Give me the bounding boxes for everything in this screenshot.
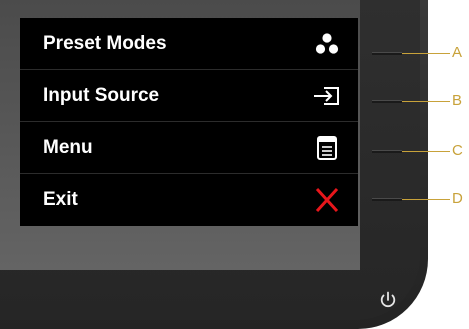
hardware-button-b[interactable]	[372, 100, 402, 103]
osd-item-label: Preset Modes	[43, 33, 167, 54]
osd-item-preset-modes[interactable]: Preset Modes	[20, 18, 358, 70]
hardware-button-a[interactable]	[372, 52, 402, 55]
menu-icon	[317, 136, 337, 160]
osd-item-label: Menu	[43, 137, 93, 158]
close-icon	[315, 187, 339, 213]
hardware-button-c[interactable]	[372, 150, 402, 153]
osd-menu: Preset Modes Input Source Menu Exit	[20, 18, 358, 226]
callout-line-d	[402, 199, 450, 200]
monitor-bezel: Preset Modes Input Source Menu Exit	[0, 0, 428, 329]
hardware-button-d[interactable]	[372, 198, 402, 201]
osd-item-menu[interactable]: Menu	[20, 122, 358, 174]
callout-label-c: C	[452, 142, 463, 159]
osd-item-label: Exit	[43, 189, 78, 210]
bezel-inner: Preset Modes Input Source Menu Exit	[0, 0, 420, 320]
callout-line-a	[402, 53, 450, 54]
osd-item-exit[interactable]: Exit	[20, 174, 358, 226]
power-icon[interactable]	[376, 288, 400, 312]
callout-label-a: A	[452, 44, 463, 61]
monitor-screen: Preset Modes Input Source Menu Exit	[0, 0, 360, 270]
input-source-icon	[314, 87, 339, 105]
callout-label-d: D	[452, 190, 463, 207]
callout-line-c	[402, 151, 450, 152]
osd-item-input-source[interactable]: Input Source	[20, 70, 358, 122]
callout-label-b: B	[452, 92, 463, 109]
osd-item-label: Input Source	[43, 85, 160, 106]
preset-modes-icon	[315, 33, 339, 54]
callout-line-b	[402, 101, 450, 102]
